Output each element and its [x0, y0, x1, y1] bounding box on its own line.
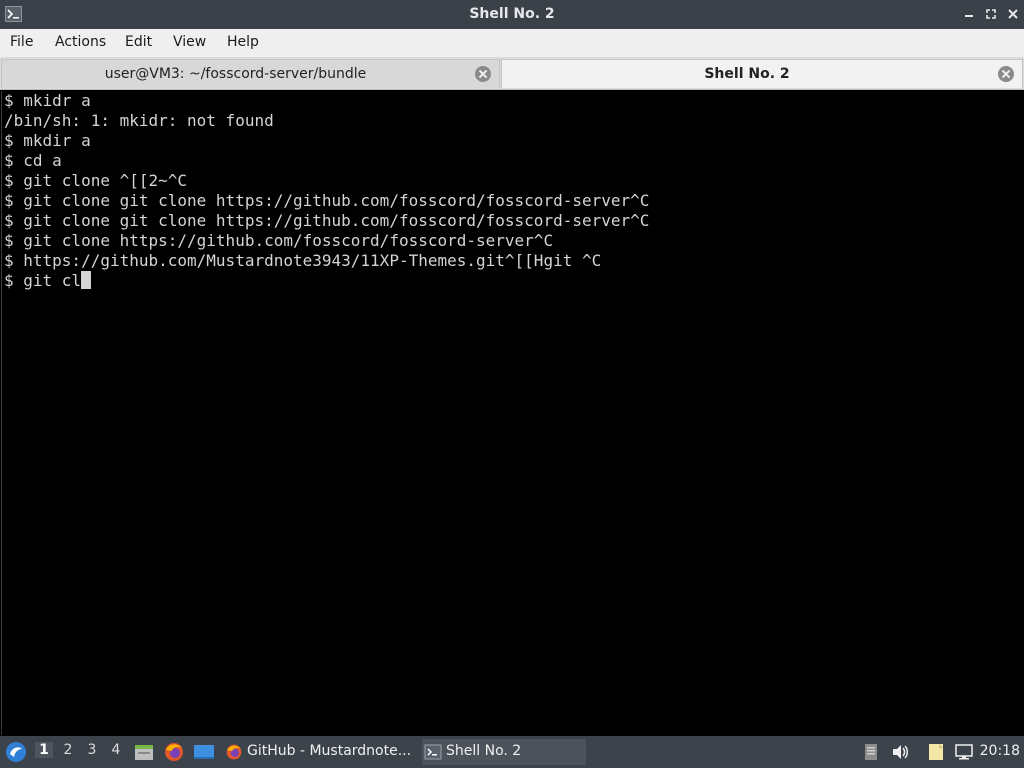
task-shell-no-2[interactable]: Shell No. 2: [422, 739, 586, 765]
firefox-icon: [225, 743, 243, 761]
desktop-icon[interactable]: [193, 741, 215, 763]
volume-icon[interactable]: [890, 742, 910, 762]
task-label: Shell No. 2: [446, 743, 522, 759]
terminal-current-input: $ git cl: [4, 271, 82, 290]
menu-actions[interactable]: Actions: [55, 34, 106, 50]
tab-close-icon[interactable]: [998, 66, 1014, 82]
terminal-line: $ mkidr a: [4, 91, 91, 110]
close-window-icon[interactable]: [1006, 7, 1020, 21]
tab-bar: user@VM3: ~/fosscord-server/bundle Shell…: [0, 57, 1024, 90]
tab-label: Shell No. 2: [704, 66, 790, 82]
terminal-line: /bin/sh: 1: mkidr: not found: [4, 111, 274, 130]
notes-icon[interactable]: [926, 742, 946, 762]
menu-edit[interactable]: Edit: [125, 34, 152, 50]
file-manager-icon[interactable]: [133, 741, 155, 763]
menu-bar: File Actions Edit View Help: [0, 29, 1024, 57]
workspace-2[interactable]: 2: [59, 742, 77, 758]
menu-view[interactable]: View: [173, 34, 206, 50]
text-cursor: [81, 271, 92, 289]
terminal-line: $ git clone git clone https://github.com…: [4, 211, 650, 230]
terminal-line: $ git clone ^[[2~^C: [4, 171, 188, 190]
terminal-line: $ git clone https://github.com/fosscord/…: [4, 231, 554, 250]
taskbar: 1 2 3 4 GitHub - Mustardnote... Shell No…: [0, 736, 1024, 768]
tab-shell-no-2[interactable]: Shell No. 2: [501, 59, 1023, 88]
task-firefox-github[interactable]: GitHub - Mustardnote...: [223, 739, 415, 765]
window-title: Shell No. 2: [469, 6, 555, 22]
clock[interactable]: 20:18: [980, 743, 1020, 759]
tab-bundle-shell[interactable]: user@VM3: ~/fosscord-server/bundle: [1, 59, 500, 88]
menu-help[interactable]: Help: [227, 34, 259, 50]
start-menu-icon[interactable]: [5, 741, 27, 763]
firefox-icon[interactable]: [163, 741, 185, 763]
minimize-icon[interactable]: [962, 7, 976, 21]
terminal-line: $ cd a: [4, 151, 62, 170]
terminal-area[interactable]: $ mkidr a /bin/sh: 1: mkidr: not found $…: [1, 91, 1023, 735]
workspace-4[interactable]: 4: [107, 742, 125, 758]
window-titlebar[interactable]: Shell No. 2: [0, 0, 1024, 29]
clipboard-icon[interactable]: [861, 742, 881, 762]
tab-close-icon[interactable]: [475, 66, 491, 82]
workspace-1[interactable]: 1: [35, 742, 53, 758]
task-label: GitHub - Mustardnote...: [247, 743, 412, 759]
terminal-icon: [424, 743, 442, 761]
terminal-line: $ https://github.com/Mustardnote3943/11X…: [4, 251, 602, 270]
menu-file[interactable]: File: [10, 34, 33, 50]
tab-label: user@VM3: ~/fosscord-server/bundle: [104, 66, 367, 82]
workspace-3[interactable]: 3: [83, 742, 101, 758]
terminal-line: $ git clone git clone https://github.com…: [4, 191, 650, 210]
terminal-line: $ mkdir a: [4, 131, 91, 150]
terminal-input-line[interactable]: $ git cl: [4, 271, 92, 291]
network-icon[interactable]: [954, 742, 974, 762]
maximize-icon[interactable]: [984, 7, 998, 21]
